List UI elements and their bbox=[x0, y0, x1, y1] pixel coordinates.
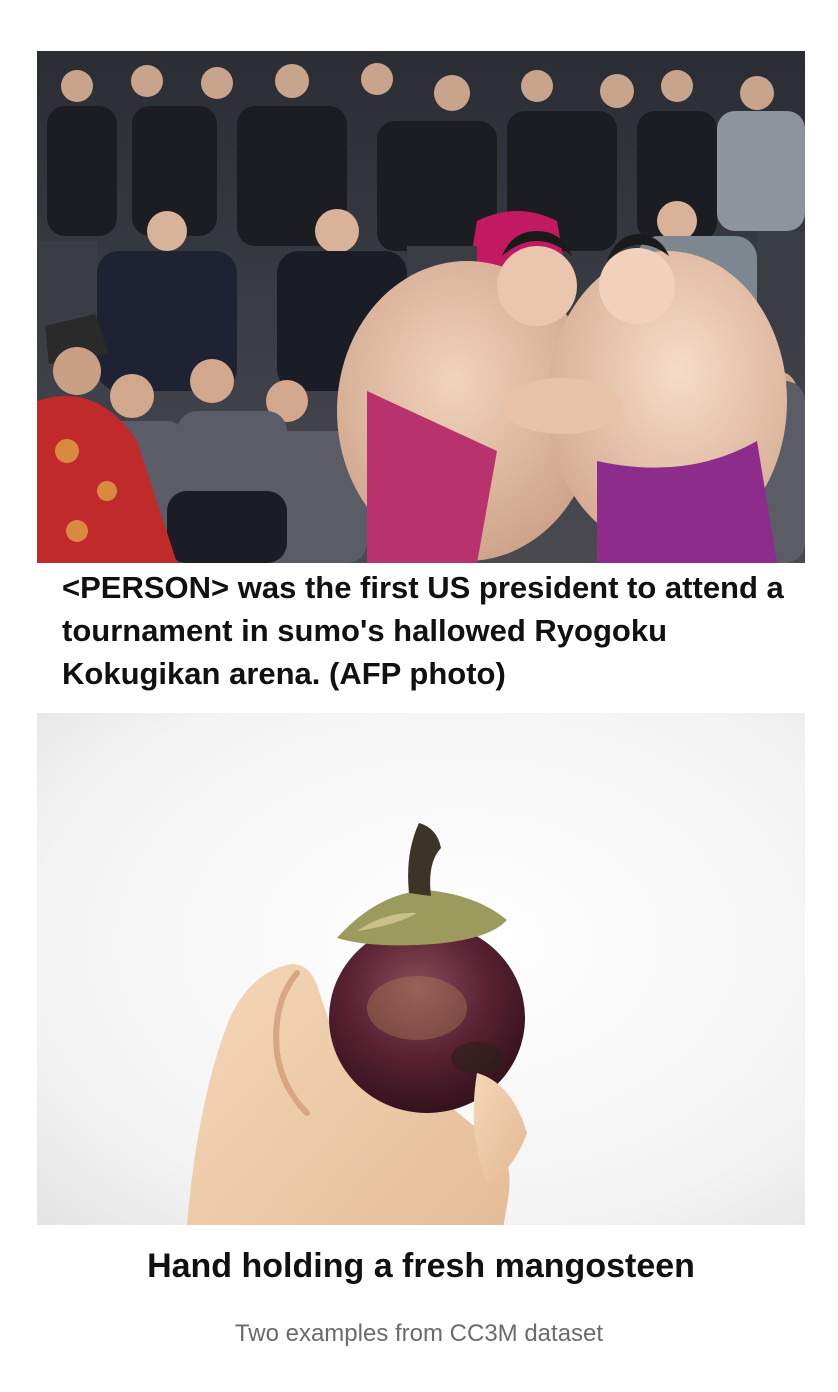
example-caption: <PERSON> was the first US president to a… bbox=[62, 570, 784, 691]
sumo-photo bbox=[37, 51, 805, 563]
example-caption: Hand holding a fresh mangosteen bbox=[147, 1247, 695, 1285]
mangosteen-photo bbox=[37, 713, 805, 1225]
figure-caption: Two examples from CC3M dataset bbox=[234, 1320, 604, 1347]
